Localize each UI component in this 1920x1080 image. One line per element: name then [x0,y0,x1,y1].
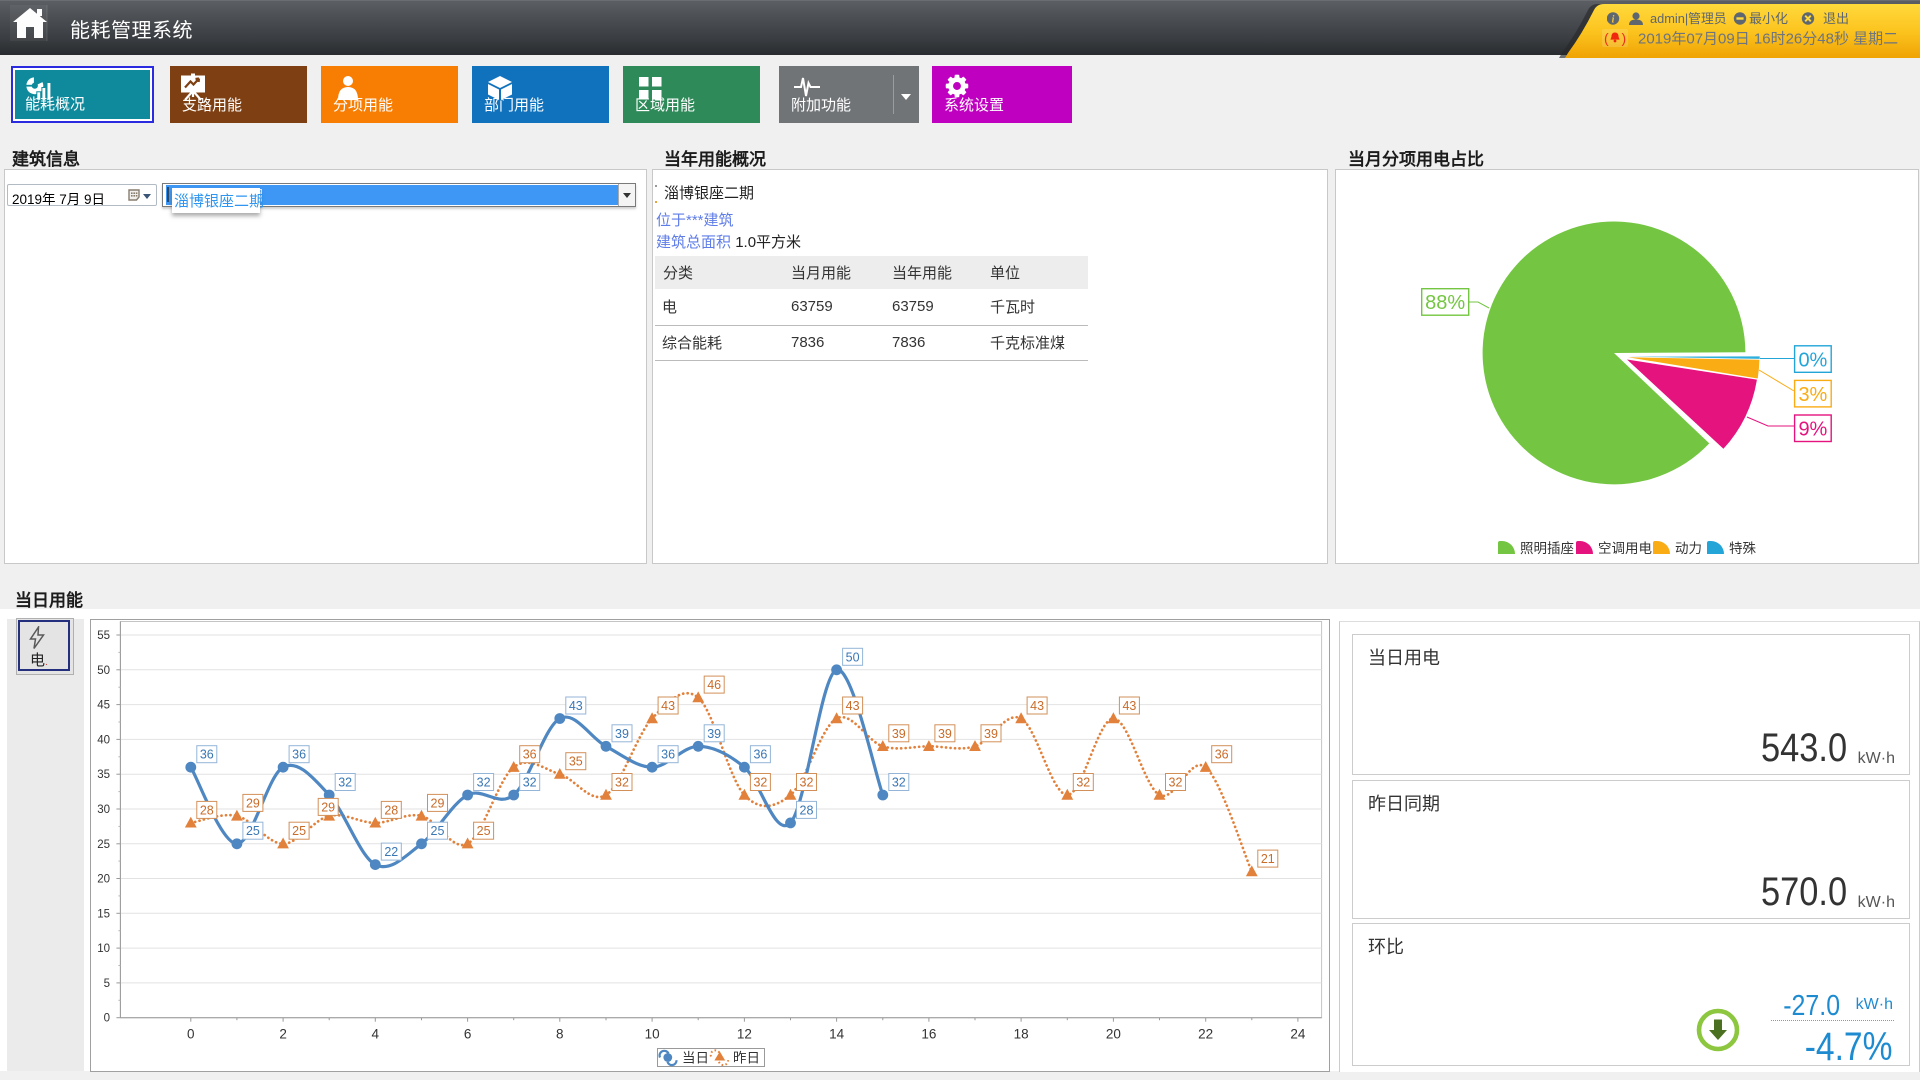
svg-text:32: 32 [1169,776,1183,790]
svg-text:18: 18 [1014,1027,1029,1042]
svg-text:(: ( [1604,30,1609,46]
svg-text:5: 5 [104,978,110,990]
svg-text:4: 4 [372,1027,380,1042]
svg-text:25: 25 [431,824,445,838]
svg-text:39: 39 [892,727,906,741]
svg-text:当日: 当日 [682,1051,709,1066]
svg-text:88%: 88% [1425,292,1465,314]
svg-text:32: 32 [477,776,491,790]
svg-text:28: 28 [800,803,814,817]
svg-text:28: 28 [200,803,214,817]
svg-text:36: 36 [200,748,214,762]
svg-text:6: 6 [464,1027,472,1042]
svg-text:8: 8 [556,1027,564,1042]
svg-text:43: 43 [569,699,583,713]
svg-text:55: 55 [97,630,110,642]
svg-text:36: 36 [292,748,306,762]
svg-text:28: 28 [384,803,398,817]
svg-text:10: 10 [645,1027,660,1042]
svg-text:i: i [1612,15,1615,26]
svg-text:36: 36 [661,748,675,762]
svg-text:照明插座: 照明插座 [1520,541,1574,556]
svg-text:24: 24 [1290,1027,1306,1042]
svg-text:39: 39 [938,727,952,741]
svg-text:2019年07月09日 16时26分48秒 星期二: 2019年07月09日 16时26分48秒 星期二 [1638,31,1898,48]
svg-text:14: 14 [829,1027,845,1042]
svg-text:20: 20 [1106,1027,1121,1042]
svg-text:22: 22 [384,845,398,859]
svg-text:43: 43 [661,699,675,713]
svg-text:2: 2 [279,1027,287,1042]
svg-text:32: 32 [892,776,906,790]
svg-text:39: 39 [615,727,629,741]
svg-text:12: 12 [737,1027,752,1042]
svg-text:空调用电: 空调用电 [1598,541,1652,556]
svg-text:25: 25 [292,824,306,838]
svg-text:15: 15 [97,908,110,920]
svg-text:35: 35 [569,755,583,769]
svg-text:39: 39 [984,727,998,741]
svg-text:32: 32 [523,776,537,790]
svg-text:32: 32 [1076,776,1090,790]
svg-text:22: 22 [1198,1027,1213,1042]
svg-text:admin|管理员: admin|管理员 [1650,12,1727,26]
svg-text:29: 29 [431,796,445,810]
svg-text:32: 32 [338,776,352,790]
svg-text:50: 50 [97,665,110,677]
svg-text:25: 25 [246,824,260,838]
svg-text:43: 43 [846,699,860,713]
svg-text:32: 32 [800,776,814,790]
svg-text:36: 36 [1215,748,1229,762]
svg-text:36: 36 [523,748,537,762]
svg-text:30: 30 [97,804,110,816]
svg-text:32: 32 [615,776,629,790]
svg-text:特殊: 特殊 [1729,541,1757,556]
svg-text:0: 0 [187,1027,195,1042]
svg-text:46: 46 [707,678,721,692]
svg-text:43: 43 [1122,699,1136,713]
svg-text:32: 32 [753,776,767,790]
svg-text:20: 20 [97,874,110,886]
svg-text:退出: 退出 [1823,12,1849,26]
svg-text:昨日: 昨日 [733,1051,760,1066]
svg-text:25: 25 [97,839,110,851]
svg-text:29: 29 [246,796,260,810]
svg-text:0: 0 [104,1013,110,1025]
svg-text:45: 45 [97,700,110,712]
svg-text:39: 39 [707,727,721,741]
svg-text:16: 16 [921,1027,936,1042]
svg-text:36: 36 [753,748,767,762]
svg-text:动力: 动力 [1675,541,1702,556]
svg-text:50: 50 [846,650,860,664]
svg-text:10: 10 [97,943,110,955]
svg-text:43: 43 [1030,699,1044,713]
svg-text:最小化: 最小化 [1749,12,1788,26]
svg-text:29: 29 [321,800,335,814]
svg-text:35: 35 [97,769,110,781]
svg-text:25: 25 [477,824,491,838]
svg-text:): ) [1622,30,1627,46]
svg-text:21: 21 [1261,852,1275,866]
svg-text:3%: 3% [1798,384,1827,406]
svg-text:40: 40 [97,734,110,746]
svg-text:9%: 9% [1798,419,1827,441]
svg-text:0%: 0% [1798,349,1827,371]
